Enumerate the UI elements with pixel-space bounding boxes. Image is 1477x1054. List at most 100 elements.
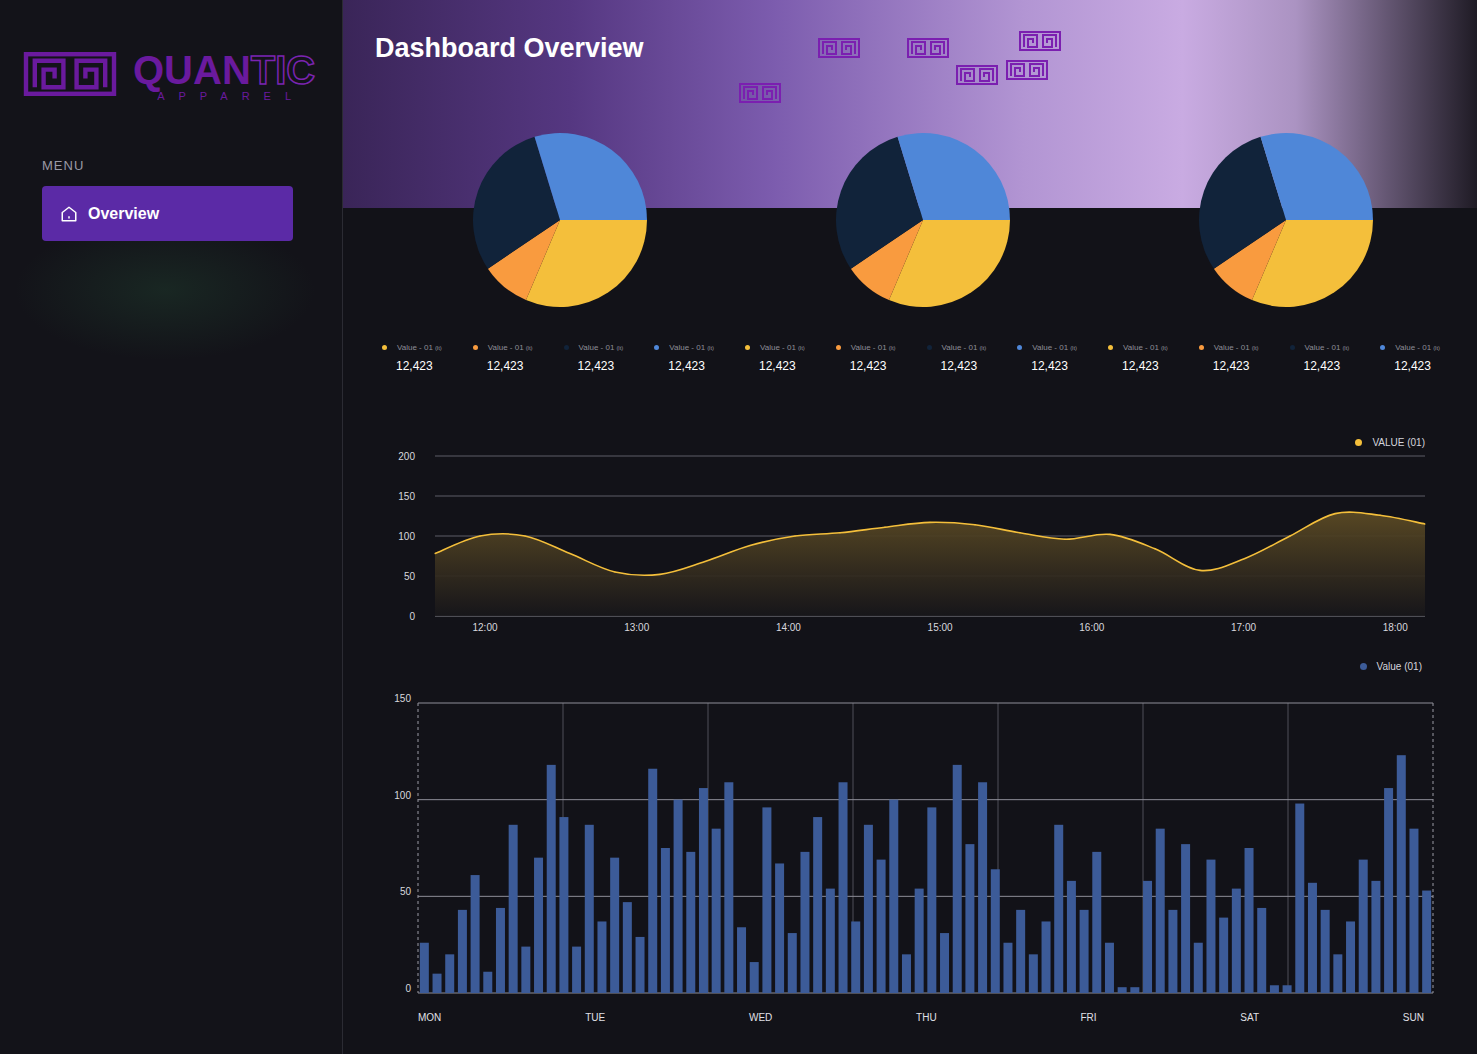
line-point[interactable] <box>524 535 525 536</box>
bar[interactable] <box>826 889 835 993</box>
bar[interactable] <box>521 947 530 993</box>
bar[interactable] <box>1219 918 1228 993</box>
line-point[interactable] <box>1289 535 1290 536</box>
bar[interactable] <box>1206 860 1215 993</box>
line-point[interactable] <box>1379 515 1380 516</box>
bar[interactable] <box>851 921 860 993</box>
line-point[interactable] <box>1334 513 1335 514</box>
line-point[interactable] <box>659 574 660 575</box>
bar[interactable] <box>750 962 759 993</box>
bar[interactable] <box>724 782 733 993</box>
bar[interactable] <box>1270 985 1279 993</box>
bar[interactable] <box>1232 889 1241 993</box>
bar[interactable] <box>813 817 822 993</box>
bar[interactable] <box>534 858 543 993</box>
line-point[interactable] <box>884 527 885 528</box>
bar[interactable] <box>1181 844 1190 993</box>
bar[interactable] <box>1333 954 1342 993</box>
bar[interactable] <box>1130 987 1139 993</box>
bar[interactable] <box>648 769 657 993</box>
bar[interactable] <box>1283 985 1292 993</box>
bar[interactable] <box>788 933 797 993</box>
bar[interactable] <box>762 807 771 993</box>
line-point[interactable] <box>1424 523 1425 524</box>
bar[interactable] <box>559 817 568 993</box>
bar[interactable] <box>1054 825 1063 993</box>
bar[interactable] <box>839 782 848 993</box>
bar[interactable] <box>712 829 721 993</box>
bar[interactable] <box>483 972 492 993</box>
bar[interactable] <box>877 860 886 993</box>
bar[interactable] <box>1067 881 1076 993</box>
bar[interactable] <box>597 921 606 993</box>
pie-slice[interactable] <box>1260 133 1372 220</box>
bar[interactable] <box>1080 910 1089 993</box>
line-point[interactable] <box>704 561 705 562</box>
bar[interactable] <box>1105 943 1114 993</box>
sidebar-item[interactable]: Overview <box>42 186 293 241</box>
bar[interactable] <box>1016 910 1025 993</box>
bar[interactable] <box>1359 860 1368 993</box>
bar[interactable] <box>1257 908 1266 993</box>
line-point[interactable] <box>569 553 570 554</box>
bar[interactable] <box>1118 987 1127 993</box>
bar[interactable] <box>1308 883 1317 993</box>
bar[interactable] <box>572 947 581 993</box>
bar[interactable] <box>636 937 645 993</box>
bar[interactable] <box>1371 881 1380 993</box>
line-point[interactable] <box>974 524 975 525</box>
pie-slice[interactable] <box>534 133 646 220</box>
bar[interactable] <box>1042 921 1051 993</box>
bar[interactable] <box>458 910 467 993</box>
line-point[interactable] <box>614 571 615 572</box>
bar[interactable] <box>864 825 873 993</box>
line-point[interactable] <box>749 545 750 546</box>
line-series[interactable] <box>435 512 1425 575</box>
line-point[interactable] <box>479 535 480 536</box>
bar[interactable] <box>889 800 898 993</box>
line-point[interactable] <box>794 535 795 536</box>
line-point[interactable] <box>1064 539 1065 540</box>
bar[interactable] <box>1194 943 1203 993</box>
bar[interactable] <box>623 902 632 993</box>
bar[interactable] <box>737 927 746 993</box>
bar[interactable] <box>674 800 683 993</box>
line-point[interactable] <box>1199 570 1200 571</box>
logo[interactable]: QUANTICAPPAREL <box>23 52 342 102</box>
bar[interactable] <box>420 943 429 993</box>
bar[interactable] <box>927 807 936 993</box>
bar[interactable] <box>775 863 784 993</box>
bar[interactable] <box>1346 921 1355 993</box>
bar[interactable] <box>965 844 974 993</box>
line-point[interactable] <box>1019 532 1020 533</box>
bar[interactable] <box>940 933 949 993</box>
bar[interactable] <box>1143 881 1152 993</box>
line-point[interactable] <box>929 522 930 523</box>
bar[interactable] <box>1409 829 1418 993</box>
bar[interactable] <box>800 852 809 993</box>
bar[interactable] <box>1321 910 1330 993</box>
bar[interactable] <box>1092 852 1101 993</box>
line-point[interactable] <box>1154 548 1155 549</box>
bar[interactable] <box>1245 848 1254 993</box>
bar[interactable] <box>1156 829 1165 993</box>
bar[interactable] <box>1003 943 1012 993</box>
bar[interactable] <box>978 782 987 993</box>
bar[interactable] <box>509 825 518 993</box>
bar[interactable] <box>1168 910 1177 993</box>
bar[interactable] <box>686 852 695 993</box>
bar[interactable] <box>902 954 911 993</box>
bar[interactable] <box>433 974 442 993</box>
bar[interactable] <box>1295 804 1304 993</box>
bar[interactable] <box>585 825 594 993</box>
bar[interactable] <box>1397 755 1406 993</box>
bar[interactable] <box>496 908 505 993</box>
line-point[interactable] <box>1244 558 1245 559</box>
bar[interactable] <box>471 875 480 993</box>
bar[interactable] <box>1422 891 1431 993</box>
line-point[interactable] <box>839 532 840 533</box>
bar[interactable] <box>991 869 1000 993</box>
bar[interactable] <box>445 954 454 993</box>
line-point[interactable] <box>1109 534 1110 535</box>
pie-slice[interactable] <box>897 133 1009 220</box>
